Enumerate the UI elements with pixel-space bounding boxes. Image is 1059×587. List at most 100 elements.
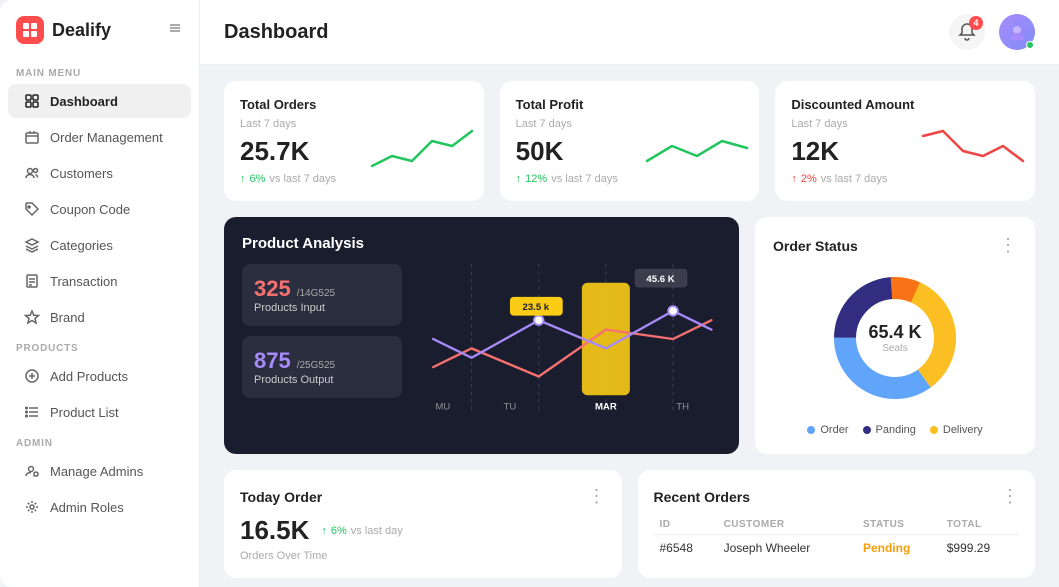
pa-stat-input: 325 /14G525 Products Input [242, 264, 402, 326]
sidebar-item-dashboard[interactable]: Dashboard [8, 84, 191, 118]
grid-icon [24, 93, 40, 109]
logo-icon [16, 16, 44, 44]
today-change: ↑ 6% vs last day [321, 525, 402, 537]
product-analysis-card: Product Analysis 325 /14G525 Products In… [224, 217, 739, 454]
layers-icon [24, 237, 40, 253]
pa-output-label: Products Output [254, 374, 390, 386]
col-customer: CUSTOMER [718, 515, 857, 535]
today-order-sub: Orders Over Time [240, 550, 606, 562]
table-header-row: ID CUSTOMER STATUS TOTAL [654, 515, 1020, 535]
recent-orders-menu[interactable]: ⋮ [1001, 486, 1019, 507]
vs-label: vs last 7 days [821, 173, 888, 185]
avatar-image [1008, 23, 1026, 41]
pa-stat-output: 875 /25G525 Products Output [242, 336, 402, 398]
svg-text:23.5 k: 23.5 k [523, 302, 550, 313]
order-status-card: Order Status ⋮ [755, 217, 1035, 454]
sidebar-item-transaction[interactable]: Transaction [8, 264, 191, 298]
legend: Order Panding Delivery [807, 424, 982, 436]
col-status: STATUS [857, 515, 941, 535]
legend-item-delivery: Delivery [930, 424, 983, 436]
sidebar-item-customers[interactable]: Customers [8, 156, 191, 190]
sidebar: Dealify MAIN MENU Dashboard Order Manage… [0, 0, 200, 587]
change-pct: 2% [801, 173, 817, 185]
row-customer: Joseph Wheeler [718, 535, 857, 562]
legend-label-delivery: Delivery [943, 424, 983, 436]
legend-item-order: Order [807, 424, 848, 436]
os-menu-button[interactable]: ⋮ [999, 235, 1017, 256]
sidebar-item-admin-roles[interactable]: Admin Roles [8, 490, 191, 524]
page-title: Dashboard [224, 21, 328, 44]
donut-value: 65.4 K [868, 322, 921, 343]
pa-output-num: 875 [254, 348, 291, 374]
sidebar-item-label: Manage Admins [50, 464, 143, 479]
recent-orders-card: Recent Orders ⋮ ID CUSTOMER STATUS TOTAL [638, 470, 1036, 578]
arrow-down-icon: ↑ [791, 173, 797, 185]
header: Dashboard 4 [200, 0, 1059, 65]
settings-icon [24, 499, 40, 515]
users-icon [24, 165, 40, 181]
sidebar-item-label: Add Products [50, 369, 128, 384]
sidebar-item-product-list[interactable]: Product List [8, 395, 191, 429]
svg-text:MU: MU [435, 401, 450, 412]
arrow-up-icon: ↑ [240, 173, 246, 185]
sidebar-item-brand[interactable]: Brand [8, 300, 191, 334]
change-pct: 6% [250, 173, 266, 185]
donut-label: 65.4 K Seats [868, 322, 921, 354]
today-change-pct: 6% [331, 525, 347, 537]
vs-label: vs last 7 days [269, 173, 336, 185]
stat-card-total-orders: Total Orders Last 7 days 25.7K ↑ 6% vs l… [224, 81, 484, 201]
col-id: ID [654, 515, 718, 535]
plus-circle-icon [24, 368, 40, 384]
legend-dot-panding [863, 426, 871, 434]
col-total: TOTAL [941, 515, 1019, 535]
today-order-card: Today Order ⋮ 16.5K ↑ 6% vs last day Ord… [224, 470, 622, 578]
today-order-value: 16.5K [240, 515, 309, 546]
avatar [999, 14, 1035, 50]
collapse-icon[interactable] [167, 20, 183, 41]
stat-chart-3 [923, 126, 1023, 181]
star-icon [24, 309, 40, 325]
sidebar-item-label: Product List [50, 405, 119, 420]
pa-input-code: /14G525 [297, 288, 335, 299]
stat-card-discounted: Discounted Amount Last 7 days 12K ↑ 2% v… [775, 81, 1035, 201]
notification-button[interactable]: 4 [949, 14, 985, 50]
stat-chart-1 [372, 126, 472, 181]
sidebar-item-label: Admin Roles [50, 500, 124, 515]
donut-sub: Seats [868, 343, 921, 354]
pa-output-code: /25G525 [297, 360, 335, 371]
os-title: Order Status [773, 238, 858, 254]
sidebar-item-label: Coupon Code [50, 202, 130, 217]
arrow-up-icon: ↑ [321, 525, 327, 537]
stat-label: Total Orders [240, 97, 468, 112]
row-status: Pending [857, 535, 941, 562]
sidebar-item-label: Customers [50, 166, 113, 181]
donut-container: 65.4 K Seats Order Panding [773, 268, 1017, 436]
legend-label-panding: Panding [876, 424, 916, 436]
bc-header: Today Order ⋮ [240, 486, 606, 507]
today-vs: vs last day [351, 525, 403, 537]
row-total: $999.29 [941, 535, 1019, 562]
sidebar-item-add-products[interactable]: Add Products [8, 359, 191, 393]
legend-item-panding: Panding [863, 424, 916, 436]
tag-icon [24, 201, 40, 217]
main-menu-label: MAIN MENU [0, 60, 199, 83]
today-order-menu[interactable]: ⋮ [588, 486, 606, 507]
os-header: Order Status ⋮ [773, 235, 1017, 256]
sidebar-item-categories[interactable]: Categories [8, 228, 191, 262]
sidebar-item-label: Brand [50, 310, 85, 325]
products-label: PRODUCTS [0, 335, 199, 358]
app-name: Dealify [52, 20, 111, 41]
sidebar-header: Dealify [0, 16, 199, 60]
stat-card-total-profit: Total Profit Last 7 days 50K ↑ 12% vs la… [500, 81, 760, 201]
header-actions: 4 [949, 14, 1035, 50]
ro-title: Recent Orders [654, 489, 750, 505]
main-content: Dashboard 4 Total Orders Last 7 days 25.… [200, 0, 1059, 587]
stat-chart-2 [647, 126, 747, 181]
svg-text:TU: TU [504, 401, 517, 412]
legend-dot-order [807, 426, 815, 434]
pa-input-num: 325 [254, 276, 291, 302]
pa-chart-area: 23.5 k 45.6 K MU TU MAR TH [414, 264, 721, 414]
sidebar-item-order-management[interactable]: Order Management [8, 120, 191, 154]
sidebar-item-manage-admins[interactable]: Manage Admins [8, 454, 191, 488]
sidebar-item-coupon[interactable]: Coupon Code [8, 192, 191, 226]
